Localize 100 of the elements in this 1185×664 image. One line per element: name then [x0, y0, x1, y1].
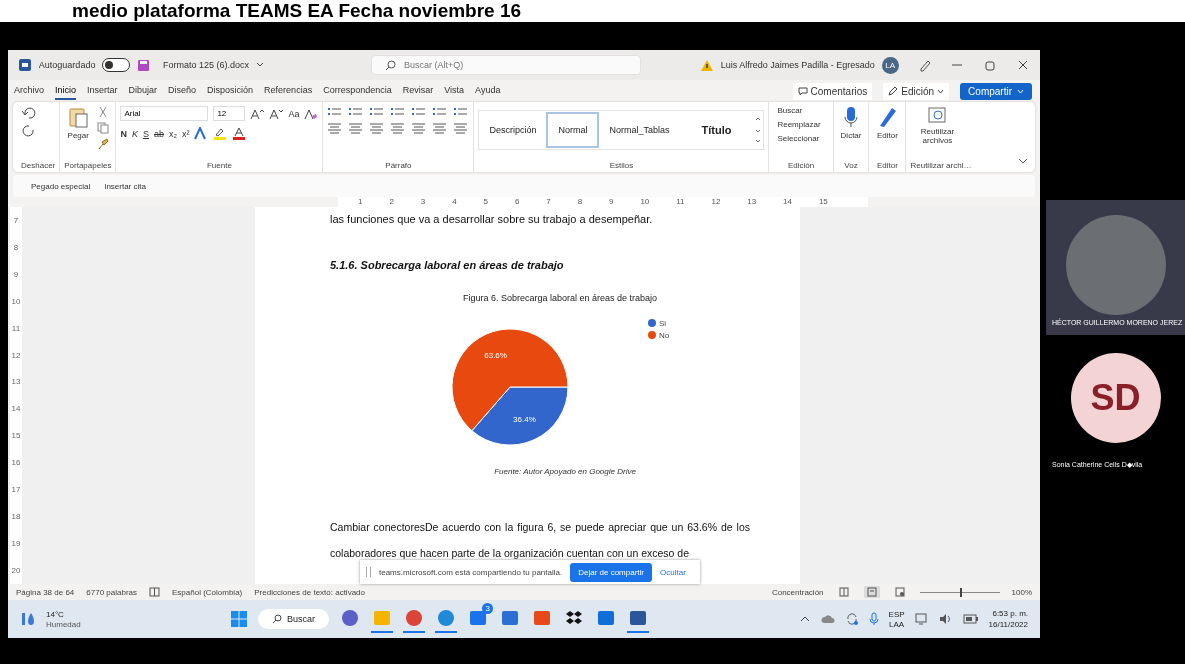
weather-label[interactable]: Humedad — [46, 619, 81, 629]
font-name-field[interactable]: Arial — [120, 106, 209, 121]
paragraph-format-icon[interactable] — [411, 106, 428, 118]
word-count[interactable]: 6770 palabras — [86, 587, 137, 597]
font-format-button[interactable]: x₂ — [168, 128, 177, 139]
focus-button[interactable]: Concentración — [771, 587, 824, 597]
text-effects-icon[interactable] — [194, 127, 209, 140]
pen-icon[interactable] — [917, 58, 932, 72]
group-label: Fuente — [205, 161, 233, 170]
ribbon-tab[interactable]: Ayuda — [475, 82, 501, 100]
ribbon-tab[interactable]: Correspondencia — [323, 82, 392, 100]
shrink-font-icon[interactable] — [269, 107, 284, 120]
save-icon[interactable] — [137, 58, 150, 72]
network-icon[interactable] — [914, 613, 929, 625]
style-option[interactable]: Normal — [546, 112, 600, 148]
paragraph-format-icon[interactable] — [390, 106, 407, 118]
microphone-icon — [844, 106, 858, 128]
editing-command[interactable]: Reemplazar — [777, 120, 821, 129]
font-format-button[interactable]: K — [131, 128, 138, 139]
paragraph-format-icon[interactable] — [327, 106, 344, 118]
clock-date[interactable]: 16/11/2022 — [988, 620, 1028, 629]
close-icon[interactable] — [1016, 58, 1030, 72]
drag-handle-icon[interactable] — [366, 567, 371, 577]
input-language[interactable]: ESP — [888, 609, 905, 619]
start-icon[interactable] — [230, 610, 249, 628]
view-mode-button[interactable] — [863, 586, 880, 598]
ribbon-tab[interactable]: Dibujar — [128, 82, 158, 100]
page-count[interactable]: Página 38 de 64 — [16, 587, 75, 597]
autosave-toggle[interactable] — [102, 58, 131, 72]
redo-icon[interactable] — [21, 124, 37, 138]
stop-sharing-button[interactable]: Dejar de compartir — [570, 562, 652, 582]
font-format-button[interactable]: S — [142, 128, 149, 139]
chevron-down-icon[interactable] — [1017, 156, 1029, 166]
temperature[interactable]: 14°C — [46, 609, 81, 619]
group-label: Editor — [876, 161, 899, 170]
style-option[interactable]: Título — [679, 112, 754, 148]
sync-icon[interactable] — [844, 612, 859, 626]
editing-command[interactable]: Seleccionar — [777, 134, 820, 143]
pencil-icon — [888, 86, 899, 96]
legend-label: Si — [659, 319, 667, 328]
paragraph-format-icon[interactable] — [369, 106, 386, 118]
reuse-files-button[interactable]: Reutilizar archivos — [910, 106, 965, 145]
paragraph-format-icon[interactable] — [453, 106, 470, 118]
ribbon-tab[interactable]: Revisar — [402, 82, 434, 100]
clear-format-icon[interactable] — [304, 107, 319, 120]
font-format-button[interactable]: x² — [181, 128, 190, 139]
weather-icon[interactable] — [20, 610, 36, 628]
comments-button[interactable]: Comentarios — [792, 82, 873, 100]
language-status[interactable]: Español (Colombia) — [172, 587, 243, 597]
battery-icon[interactable] — [962, 614, 979, 624]
brush-icon[interactable] — [97, 138, 110, 150]
font-format-button[interactable]: ab — [153, 128, 164, 139]
volume-icon[interactable] — [938, 613, 953, 625]
search-field[interactable]: Buscar (Alt+Q) — [370, 55, 641, 75]
user-avatar[interactable]: LA — [881, 56, 899, 74]
font-size-field[interactable]: 12 — [213, 106, 246, 121]
user-name: Luis Alfredo Jaimes Padilla - Egresado — [720, 60, 875, 70]
dictate-button[interactable]: Dictar — [837, 106, 865, 140]
style-option[interactable]: Normal_Tablas — [599, 112, 680, 148]
quick-access-command[interactable]: Pegado especial — [31, 181, 91, 191]
meeting-caption: medio plataforma TEAMS EA Fecha noviembre 16 — [0, 0, 1185, 22]
microphone-icon[interactable] — [868, 612, 879, 626]
keyboard-layout[interactable]: LAA — [889, 619, 905, 629]
grow-font-icon[interactable] — [250, 107, 265, 120]
cloud-icon[interactable] — [820, 614, 835, 624]
ribbon-tab[interactable]: Vista — [444, 82, 465, 100]
clock-time[interactable]: 6:53 p. m. — [992, 609, 1028, 618]
editing-command[interactable]: Buscar — [777, 106, 803, 115]
font-format-button[interactable]: N — [120, 128, 127, 139]
change-case-button[interactable]: Aa — [288, 108, 300, 119]
book-icon[interactable] — [149, 587, 160, 597]
restore-icon[interactable] — [983, 58, 998, 72]
group-label: Párrafo — [384, 161, 413, 170]
editing-mode-button[interactable]: Edición — [883, 82, 950, 100]
ribbon-tab[interactable]: Diseño — [168, 82, 197, 100]
undo-icon[interactable] — [21, 106, 37, 120]
body-paragraph: Cambiar conectoresDe acuerdo con la figura 6, se puede apreciar que un 63.6% de los colaboradores que hacen parte de la organización cuentan con un exceso de — [330, 520, 750, 561]
editor-button[interactable]: Editor — [873, 106, 902, 140]
paste-button[interactable]: Pegar — [64, 106, 93, 140]
notification-badge: 3 — [482, 602, 494, 614]
highlighter-icon[interactable] — [213, 127, 228, 140]
share-button[interactable]: Compartir — [960, 82, 1032, 100]
chevron-up-icon[interactable] — [798, 614, 811, 624]
document-filename[interactable]: Formato 125 (6).docx — [162, 60, 249, 70]
ribbon-tab[interactable]: Disposición — [207, 82, 254, 100]
text-predictions-status[interactable]: Predicciones de texto: activado — [254, 587, 365, 597]
ribbon-tab[interactable]: Insertar — [87, 82, 118, 100]
chevron-down-icon[interactable] — [256, 62, 264, 68]
ribbon-tab[interactable]: Archivo — [14, 82, 44, 100]
hide-link[interactable]: Ocultar — [660, 567, 686, 577]
vertical-ruler: 7 8 9 10 11 12 13 14 15 16 17 18 19 20 — [10, 207, 22, 584]
ribbon-tab[interactable]: Referencias — [264, 82, 313, 100]
ribbon-tab[interactable]: Inicio — [55, 82, 77, 100]
quick-access-command[interactable]: Insertar cita — [104, 181, 146, 191]
taskbar-search[interactable]: Buscar — [258, 609, 330, 629]
style-option[interactable]: Descripción — [479, 112, 547, 148]
paragraph-format-icon[interactable] — [348, 106, 365, 118]
paragraph-format-icon[interactable] — [432, 106, 449, 118]
font-color-icon[interactable] — [232, 127, 247, 140]
zoom-level[interactable]: 100% — [1011, 587, 1032, 597]
